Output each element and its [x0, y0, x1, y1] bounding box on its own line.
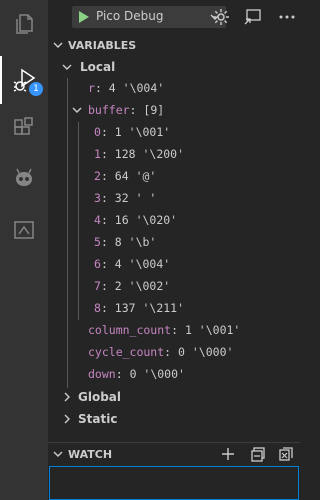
variable-name: buffer — [88, 103, 130, 117]
debug-toolbar: Pico Debug — [48, 0, 300, 34]
variable-value: 0 '\000' — [178, 345, 234, 359]
chevron-right-icon — [64, 414, 70, 424]
variable-value: 1 '\001' — [184, 323, 241, 337]
array-element-row[interactable]: 6: 4 '\004' — [94, 253, 170, 275]
scope-local-label: Local — [80, 60, 116, 74]
variable-name: 8 — [94, 301, 101, 315]
variable-value: 64 '@' — [114, 169, 157, 183]
array-element-row[interactable]: 8: 137 '\211' — [94, 297, 184, 319]
variable-value: 137 '\211' — [114, 301, 185, 315]
separator: : — [100, 147, 115, 161]
separator: : — [100, 191, 115, 205]
variable-value: 4 '\004' — [114, 257, 171, 271]
variable-value: 4 '\004' — [108, 81, 165, 95]
variable-value: 0 '\000' — [129, 367, 185, 381]
variables-title: VARIABLES — [68, 38, 137, 52]
indent-guide — [78, 122, 79, 320]
variable-value: 8 '\b' — [114, 235, 157, 249]
collapse-all-icon[interactable] — [250, 446, 266, 462]
array-element-row[interactable]: 7: 2 '\002' — [94, 275, 170, 297]
separator: : — [100, 257, 115, 271]
array-element-row[interactable]: 0: 1 '\001' — [94, 121, 170, 143]
variable-name: cycle_count — [88, 345, 165, 359]
variable-name: down — [88, 367, 116, 381]
chevron-down-icon — [48, 449, 68, 459]
array-element-row[interactable]: 5: 8 '\b' — [94, 231, 156, 253]
variable-name: 7 — [94, 279, 101, 293]
chevron-down-icon — [62, 64, 72, 70]
separator: : — [100, 213, 115, 227]
array-element-row[interactable]: 1: 128 '\200' — [94, 143, 184, 165]
variable-name: r — [88, 81, 95, 95]
chevron-down-icon — [72, 107, 82, 113]
indent-guide — [67, 78, 68, 388]
remove-all-expressions-icon[interactable] — [278, 446, 294, 462]
watch-section-header[interactable]: WATCH — [48, 443, 300, 465]
remote-explorer-icon[interactable] — [0, 206, 48, 254]
variable-name: 1 — [94, 147, 101, 161]
separator: : — [100, 169, 115, 183]
variable-name: 2 — [94, 169, 101, 183]
watch-title: WATCH — [68, 447, 113, 461]
variable-value: 32 ' ' — [114, 191, 157, 205]
scope-local[interactable]: Local — [62, 56, 116, 78]
scope-static[interactable]: Static — [64, 408, 117, 430]
extensions-icon[interactable] — [0, 104, 48, 152]
separator: : — [100, 279, 115, 293]
run-config-dropdown[interactable]: Pico Debug — [72, 6, 226, 28]
run-and-debug-icon[interactable]: 1 — [0, 56, 48, 104]
variable-name: column_count — [88, 323, 172, 337]
array-element-row[interactable]: 2: 64 '@' — [94, 165, 156, 187]
chevron-down-icon — [48, 40, 68, 50]
watch-expression-area[interactable] — [49, 466, 299, 500]
debug-console-icon[interactable] — [244, 8, 262, 26]
variable-value: 128 '\200' — [114, 147, 185, 161]
debug-badge: 1 — [29, 82, 43, 96]
variable-row-buffer[interactable]: buffer: [9] — [72, 99, 164, 121]
add-expression-icon[interactable] — [220, 446, 236, 462]
explorer-icon[interactable] — [0, 0, 48, 48]
separator: : — [100, 235, 115, 249]
variable-value: 2 '\002' — [114, 279, 171, 293]
start-debugging-icon[interactable] — [78, 10, 90, 24]
variable-name: 5 — [94, 235, 101, 249]
separator: : — [100, 301, 115, 315]
gear-icon[interactable] — [212, 8, 230, 26]
variable-value: 16 '\020' — [114, 213, 178, 227]
variable-name: 6 — [94, 257, 101, 271]
separator: : — [100, 125, 115, 139]
variable-row[interactable]: r: 4 '\004' — [88, 77, 164, 99]
variable-value: 1 '\001' — [114, 125, 171, 139]
separator: : — [129, 103, 144, 117]
variable-row[interactable]: down: 0 '\000' — [88, 363, 185, 385]
separator: : — [115, 367, 130, 381]
separator: : — [94, 81, 109, 95]
chevron-right-icon — [64, 392, 70, 402]
run-config-label: Pico Debug — [96, 9, 164, 23]
activity-bar: 1 — [0, 0, 48, 500]
more-actions-icon[interactable] — [278, 8, 296, 26]
array-element-row[interactable]: 3: 32 ' ' — [94, 187, 156, 209]
variable-name: 4 — [94, 213, 101, 227]
variables-section-header[interactable]: VARIABLES — [48, 34, 300, 56]
array-element-row[interactable]: 4: 16 '\020' — [94, 209, 177, 231]
variable-name: 0 — [94, 125, 101, 139]
variable-row[interactable]: column_count: 1 '\001' — [88, 319, 240, 341]
platformio-icon[interactable] — [0, 154, 48, 202]
separator: : — [171, 323, 185, 337]
variable-row[interactable]: cycle_count: 0 '\000' — [88, 341, 233, 363]
variable-name: 3 — [94, 191, 101, 205]
scope-global[interactable]: Global — [64, 386, 121, 408]
separator: : — [164, 345, 179, 359]
variable-type: [9] — [143, 103, 165, 117]
